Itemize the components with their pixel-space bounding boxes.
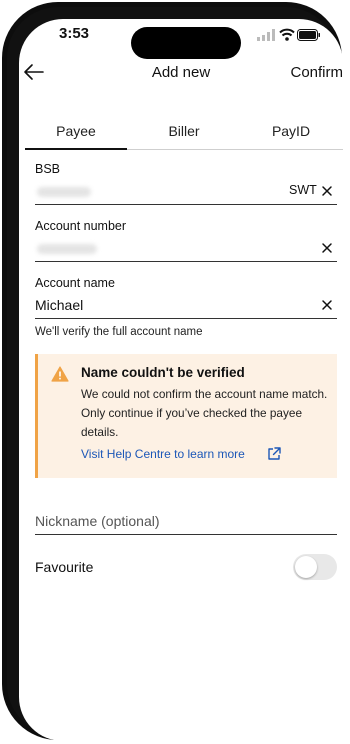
- bsb-value-obscured: [37, 187, 91, 197]
- bsb-underline: [35, 204, 337, 205]
- bsb-swt-suffix: SWT: [289, 183, 317, 197]
- account-number-underline: [35, 261, 337, 262]
- tab-payid[interactable]: PayID: [239, 123, 343, 139]
- signal-icon: [257, 29, 275, 41]
- bsb-field[interactable]: BSB SWT: [35, 162, 337, 206]
- account-name-field[interactable]: Account name Michael: [35, 276, 337, 320]
- alert-body: We could not confirm the account name ma…: [81, 387, 328, 439]
- clear-bsb-icon[interactable]: [320, 184, 334, 198]
- account-number-value-obscured: [37, 244, 97, 254]
- help-centre-link[interactable]: Visit Help Centre to learn more: [81, 447, 245, 461]
- name-verification-alert: Name couldn't be verified We could not c…: [35, 354, 337, 478]
- screen: 3:53 Add new Confirm Payee Biller PayID …: [19, 19, 343, 741]
- account-number-label: Account number: [35, 219, 127, 233]
- tab-payee[interactable]: Payee: [25, 123, 127, 139]
- payee-type-tabs: Payee Biller PayID: [25, 119, 343, 150]
- battery-icon: [297, 29, 320, 41]
- active-tab-indicator: [25, 148, 127, 150]
- status-icons: [257, 28, 321, 42]
- dynamic-island: [131, 27, 241, 59]
- clear-account-name-icon[interactable]: [320, 298, 334, 312]
- account-name-helper: We'll verify the full account name: [35, 326, 203, 338]
- header: Add new Confirm: [19, 61, 343, 91]
- account-name-label: Account name: [35, 276, 115, 290]
- warning-icon: [51, 366, 69, 382]
- account-name-value: Michael: [35, 297, 84, 313]
- account-number-field[interactable]: Account number: [35, 219, 337, 263]
- nickname-field[interactable]: [35, 513, 337, 535]
- phone-frame: 3:53 Add new Confirm Payee Biller PayID …: [2, 2, 343, 741]
- nickname-input[interactable]: [35, 513, 337, 535]
- favourite-toggle[interactable]: [293, 554, 337, 580]
- tab-biller[interactable]: Biller: [131, 123, 237, 139]
- favourite-toggle-knob: [295, 556, 317, 578]
- favourite-label: Favourite: [35, 559, 94, 575]
- wifi-icon: [279, 28, 295, 41]
- status-time: 3:53: [59, 25, 90, 42]
- account-name-underline: [35, 318, 337, 319]
- confirm-button[interactable]: Confirm: [290, 64, 343, 81]
- external-link-icon[interactable]: [266, 446, 282, 462]
- alert-title: Name couldn't be verified: [81, 365, 245, 380]
- clear-account-number-icon[interactable]: [320, 241, 334, 255]
- bsb-label: BSB: [35, 162, 61, 176]
